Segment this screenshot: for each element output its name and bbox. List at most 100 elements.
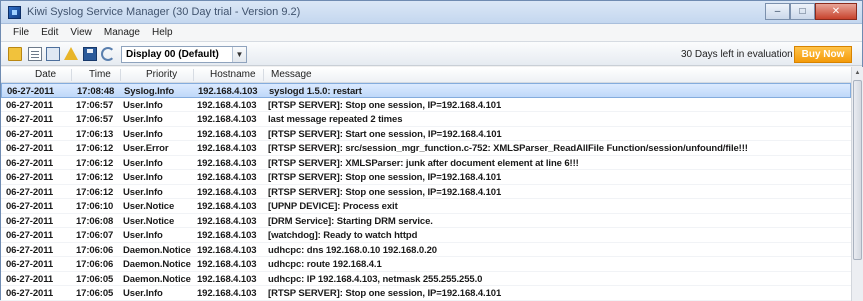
cell-time: 17:06:13: [76, 128, 114, 140]
properties-icon[interactable]: [28, 47, 42, 61]
cell-priority: User.Notice: [123, 215, 175, 227]
cell-time: 17:06:05: [76, 273, 114, 285]
open-folder-icon[interactable]: [8, 47, 22, 61]
cell-date: 06-27-2011: [6, 215, 54, 227]
cell-date: 06-27-2011: [6, 128, 54, 140]
table-row[interactable]: 06-27-2011 17:06:05 User.Info 192.168.4.103…: [1, 286, 851, 301]
alert-icon[interactable]: [64, 47, 78, 60]
column-header-hostname[interactable]: Hostname: [210, 69, 256, 80]
cell-message: [RTSP SERVER]: Stop one session, IP=192.…: [268, 288, 502, 299]
minimize-button[interactable]: –: [765, 3, 790, 20]
cell-hostname: 192.168.4.103: [197, 273, 257, 285]
cell-time: 17:06:12: [76, 157, 114, 169]
app-logo-icon: [8, 6, 21, 19]
cell-priority: Daemon.Notice: [123, 259, 191, 270]
cell-message: [RTSP SERVER]: src/session_mgr_function.…: [268, 143, 748, 154]
cell-message: last message repeated 2 times: [268, 114, 403, 125]
cell-priority: User.Error: [123, 143, 169, 154]
window-title: Kiwi Syslog Service Manager (30 Day tria…: [27, 6, 301, 18]
menu-bar: File Edit View Manage Help: [1, 24, 862, 41]
title-bar[interactable]: Kiwi Syslog Service Manager (30 Day tria…: [1, 1, 862, 24]
cell-date: 06-27-2011: [7, 86, 55, 97]
window-controls: – □ ✕: [765, 3, 857, 20]
column-divider[interactable]: [263, 69, 264, 81]
save-icon[interactable]: [83, 47, 97, 61]
cell-hostname: 192.168.4.103: [197, 114, 257, 125]
chevron-down-icon[interactable]: ▼: [232, 47, 246, 62]
cell-date: 06-27-2011: [6, 273, 54, 285]
cell-time: 17:06:05: [76, 288, 114, 299]
cell-priority: User.Info: [123, 128, 163, 140]
cell-message: [RTSP SERVER]: Start one session, IP=192…: [268, 128, 502, 140]
table-row[interactable]: 06-27-2011 17:06:10 User.Notice 192.168.4.1…: [1, 199, 851, 214]
menu-file[interactable]: File: [7, 27, 35, 38]
column-header-message[interactable]: Message: [271, 69, 312, 80]
cell-message: udhcpc: IP 192.168.4.103, netmask 255.25…: [268, 273, 483, 285]
cell-message: [watchdog]: Ready to watch httpd: [268, 230, 418, 241]
cell-priority: Daemon.Notice: [123, 244, 191, 256]
cell-date: 06-27-2011: [6, 99, 54, 111]
cell-time: 17:06:06: [76, 244, 114, 256]
maximize-button[interactable]: □: [790, 3, 815, 20]
column-divider[interactable]: [71, 69, 72, 81]
cell-message: [RTSP SERVER]: Stop one session, IP=192.…: [268, 186, 502, 198]
cell-priority: User.Info: [123, 172, 163, 183]
cell-hostname: 192.168.4.103: [197, 172, 257, 183]
table-row[interactable]: 06-27-2011 17:06:12 User.Info 192.168.4.103…: [1, 185, 851, 199]
cell-time: 17:06:12: [76, 172, 114, 183]
cell-hostname: 192.168.4.103: [197, 259, 257, 270]
cell-priority: User.Info: [123, 288, 163, 299]
table-row[interactable]: 06-27-2011 17:06:13 User.Info 192.168.4.103…: [1, 127, 851, 141]
cell-priority: User.Info: [123, 157, 163, 169]
refresh-icon[interactable]: [101, 47, 115, 61]
scroll-up-icon[interactable]: ▲: [852, 67, 863, 79]
cell-priority: User.Info: [123, 186, 163, 198]
column-header-date[interactable]: Date: [35, 69, 56, 80]
cell-time: 17:06:10: [76, 201, 114, 212]
cell-message: udhcpc: route 192.168.4.1: [268, 259, 382, 270]
toolbar: Display 00 (Default) ▼ 30 Days left in e…: [1, 41, 862, 66]
cell-time: 17:06:07: [76, 230, 114, 241]
table-body: 06-27-2011 17:08:48 Syslog.Info 192.168.4.1…: [1, 83, 851, 301]
view-icon[interactable]: [46, 47, 60, 61]
menu-edit[interactable]: Edit: [35, 27, 64, 38]
scrollbar-thumb[interactable]: [853, 80, 862, 260]
buy-now-button[interactable]: Buy Now: [794, 46, 852, 63]
table-row[interactable]: 06-27-2011 17:06:12 User.Error 192.168.4.10…: [1, 141, 851, 156]
table-row[interactable]: 06-27-2011 17:08:48 Syslog.Info 192.168.4.1…: [1, 83, 851, 98]
cell-priority: User.Notice: [123, 201, 175, 212]
table-row[interactable]: 06-27-2011 17:06:07 User.Info 192.168.4.103…: [1, 228, 851, 243]
cell-hostname: 192.168.4.103: [197, 288, 257, 299]
column-header-time[interactable]: Time: [89, 69, 111, 80]
cell-date: 06-27-2011: [6, 259, 54, 270]
vertical-scrollbar[interactable]: ▲: [851, 67, 863, 301]
column-divider[interactable]: [193, 69, 194, 81]
table-row[interactable]: 06-27-2011 17:06:57 User.Info 192.168.4.103…: [1, 112, 851, 127]
cell-hostname: 192.168.4.103: [198, 86, 258, 97]
cell-message: [RTSP SERVER]: Stop one session, IP=192.…: [268, 99, 502, 111]
cell-priority: User.Info: [123, 114, 163, 125]
cell-priority: User.Info: [123, 230, 163, 241]
menu-manage[interactable]: Manage: [98, 27, 146, 38]
table-row[interactable]: 06-27-2011 17:06:57 User.Info 192.168.4.103…: [1, 98, 851, 112]
menu-help[interactable]: Help: [146, 27, 179, 38]
cell-date: 06-27-2011: [6, 230, 54, 241]
display-select[interactable]: Display 00 (Default) ▼: [121, 46, 247, 63]
cell-message: [UPNP DEVICE]: Process exit: [268, 201, 398, 212]
cell-date: 06-27-2011: [6, 143, 54, 154]
column-divider[interactable]: [120, 69, 121, 81]
cell-message: syslogd 1.5.0: restart: [269, 86, 362, 97]
app-window: Kiwi Syslog Service Manager (30 Day tria…: [0, 0, 863, 301]
menu-view[interactable]: View: [64, 27, 98, 38]
cell-hostname: 192.168.4.103: [197, 143, 257, 154]
table-row[interactable]: 06-27-2011 17:06:06 Daemon.Notice 192.168.4…: [1, 257, 851, 272]
column-header-priority[interactable]: Priority: [146, 69, 177, 80]
table-row[interactable]: 06-27-2011 17:06:06 Daemon.Notice 192.168.4…: [1, 243, 851, 257]
close-button[interactable]: ✕: [815, 3, 857, 20]
table-row[interactable]: 06-27-2011 17:06:12 User.Info 192.168.4.103…: [1, 156, 851, 170]
cell-hostname: 192.168.4.103: [197, 186, 257, 198]
table-row[interactable]: 06-27-2011 17:06:05 Daemon.Notice 192.168.4…: [1, 272, 851, 286]
table-row[interactable]: 06-27-2011 17:06:12 User.Info 192.168.4.103…: [1, 170, 851, 185]
cell-time: 17:06:06: [76, 259, 114, 270]
table-row[interactable]: 06-27-2011 17:06:08 User.Notice 192.168.4.1…: [1, 214, 851, 228]
